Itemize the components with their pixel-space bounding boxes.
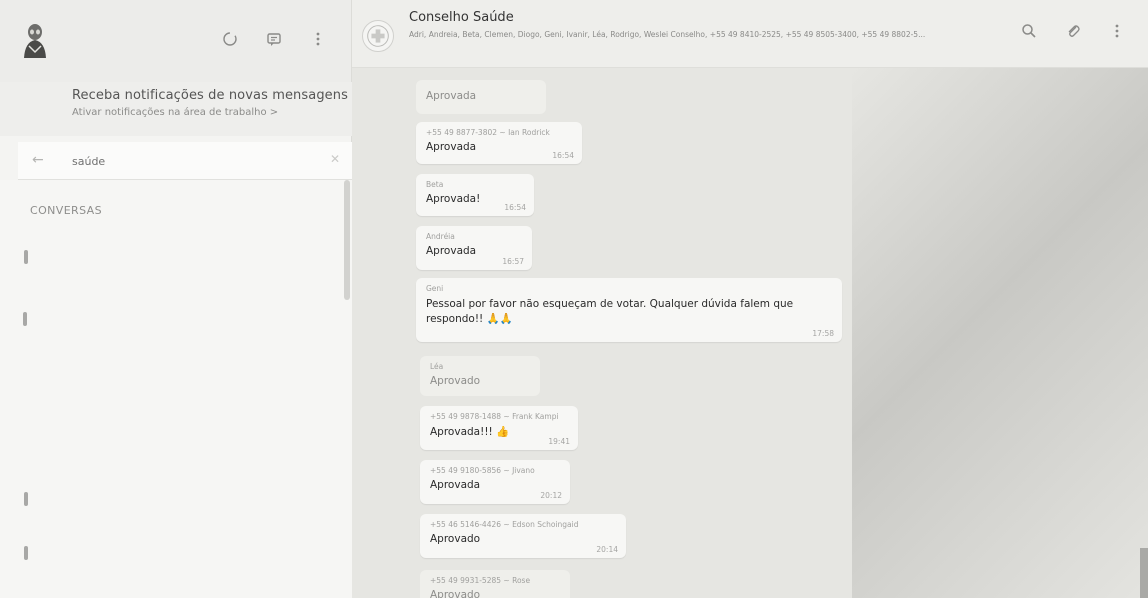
- chat-header[interactable]: Conselho Saúde Adri, Andreia, Beta, Clem…: [352, 0, 1148, 68]
- message-bubble[interactable]: Aprovada: [416, 80, 546, 114]
- result-item-avatar[interactable]: [24, 546, 28, 560]
- results-scrollbar[interactable]: [344, 180, 350, 300]
- left-header: [0, 0, 351, 82]
- search-input[interactable]: [72, 151, 302, 171]
- whatsapp-web-window: Receba notificações de novas mensagens A…: [0, 0, 1148, 598]
- message-time: 20:12: [540, 491, 562, 500]
- message-time: 16:54: [504, 203, 526, 212]
- message-sender: +55 49 9878-1488 ~ Frank Kampi: [430, 412, 559, 421]
- message-sender: Geni: [426, 284, 444, 293]
- enable-notifications-link[interactable]: Ativar notificações na área de trabalho …: [72, 107, 278, 118]
- menu-icon[interactable]: [309, 30, 327, 48]
- message-sender: +55 46 5146-4426 ~ Edson Schoingaid: [430, 520, 579, 529]
- message-text: Aprovado: [430, 375, 481, 387]
- profile-avatar[interactable]: [20, 22, 50, 60]
- message-text: Aprovada: [426, 141, 477, 153]
- message-bubble[interactable]: Andréia Aprovada 16:57: [416, 226, 532, 270]
- chat-scrollbar[interactable]: [1140, 548, 1148, 598]
- notification-banner[interactable]: Receba notificações de novas mensagens A…: [0, 82, 352, 136]
- wallpaper-shade: [852, 68, 1148, 598]
- message-sender: +55 49 8877-3802 ~ Ian Rodrick: [426, 128, 550, 137]
- conversations-section-label: CONVERSAS: [30, 204, 102, 217]
- message-sender: +55 49 9931-5285 ~ Rose: [430, 576, 531, 585]
- message-text: Aprovado: [430, 589, 481, 598]
- search-results: CONVERSAS: [0, 180, 352, 598]
- paperclip-icon[interactable]: [1064, 22, 1082, 40]
- left-panel: Receba notificações de novas mensagens A…: [0, 0, 352, 598]
- clear-search-icon[interactable]: ✕: [330, 152, 340, 166]
- message-text: Aprovada: [430, 479, 481, 491]
- message-bubble[interactable]: Beta Aprovada! 16:54: [416, 174, 534, 216]
- group-avatar[interactable]: [362, 20, 394, 52]
- message-text: Aprovado: [430, 533, 481, 545]
- result-item-avatar[interactable]: [24, 250, 28, 264]
- message-bubble[interactable]: Léa Aprovado: [420, 356, 540, 396]
- chat-header-actions: [1020, 22, 1126, 40]
- message-bubble[interactable]: +55 49 8877-3802 ~ Ian Rodrick Aprovada …: [416, 122, 582, 164]
- message-time: 16:57: [502, 257, 524, 266]
- chat-title: Conselho Saúde: [409, 10, 514, 25]
- message-sender: Léa: [430, 362, 444, 371]
- search-icon[interactable]: [1020, 22, 1038, 40]
- notification-title: Receba notificações de novas mensagens: [72, 88, 348, 103]
- message-bubble[interactable]: +55 49 9931-5285 ~ Rose Aprovado: [420, 570, 570, 598]
- message-bubble[interactable]: +55 49 9878-1488 ~ Frank Kampi Aprovada!…: [420, 406, 578, 450]
- message-bubble[interactable]: +55 46 5146-4426 ~ Edson Schoingaid Apro…: [420, 514, 626, 558]
- message-sender: Andréia: [426, 232, 455, 241]
- chat-panel: Conselho Saúde Adri, Andreia, Beta, Clem…: [352, 0, 1148, 598]
- chat-members: Adri, Andreia, Beta, Clemen, Diogo, Geni…: [409, 30, 926, 39]
- search-bar: ← ✕: [18, 142, 352, 180]
- message-sender: +55 49 9180-5856 ~ Jivano: [430, 466, 535, 475]
- message-sender: Beta: [426, 180, 444, 189]
- message-time: 17:58: [812, 329, 834, 338]
- chat-menu-icon[interactable]: [1108, 22, 1126, 40]
- message-time: 16:54: [552, 151, 574, 160]
- status-icon[interactable]: [221, 30, 239, 48]
- new-chat-icon[interactable]: [265, 30, 283, 48]
- message-text: Aprovada: [426, 90, 477, 102]
- result-item-avatar[interactable]: [23, 312, 27, 326]
- result-item-avatar[interactable]: [24, 492, 28, 506]
- message-bubble[interactable]: Geni Pessoal por favor não esqueçam de v…: [416, 278, 842, 342]
- message-time: 20:14: [596, 545, 618, 554]
- left-header-actions: [221, 30, 327, 48]
- message-bubble[interactable]: +55 49 9180-5856 ~ Jivano Aprovada 20:12: [420, 460, 570, 504]
- message-text: Pessoal por favor não esqueçam de votar.…: [426, 298, 794, 325]
- back-arrow-icon[interactable]: ←: [32, 152, 44, 168]
- message-text: Aprovada!!! 👍: [430, 426, 510, 438]
- message-time: 19:41: [548, 437, 570, 446]
- message-text: Aprovada: [426, 245, 477, 257]
